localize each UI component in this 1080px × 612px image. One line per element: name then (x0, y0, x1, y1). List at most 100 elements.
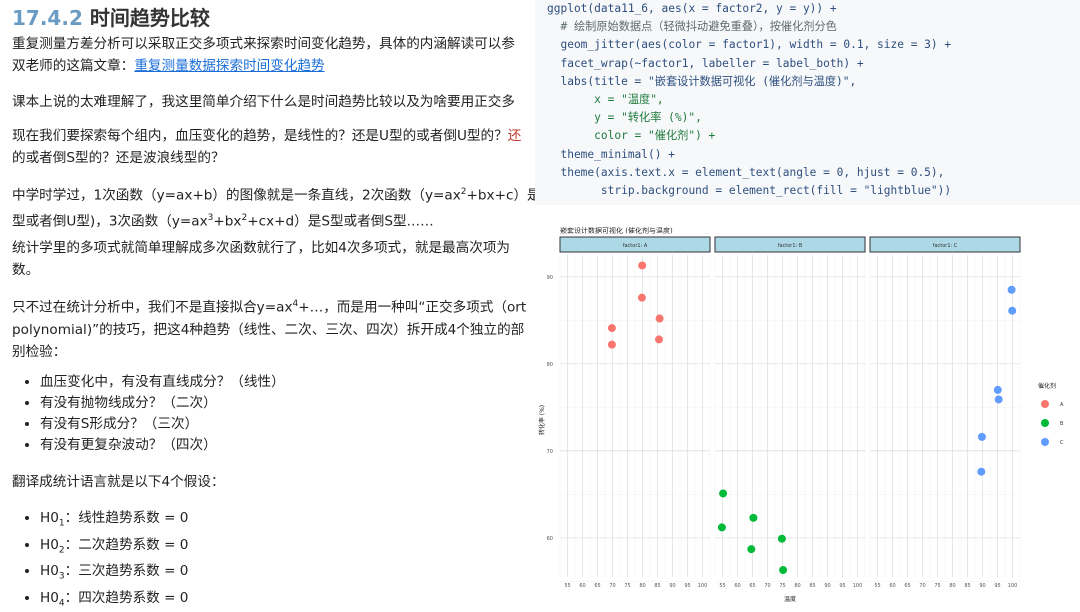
paragraph-intro: 重复测量方差分析可以采取正交多项式来探索时间变化趋势，具体的内涵解读可以参 双老… (12, 33, 515, 77)
legend-title: 催化剂 (1038, 382, 1056, 390)
x-tick-label: 75 (934, 583, 940, 589)
x-tick-label: 100 (1008, 583, 1018, 589)
x-tick-label: 65 (749, 583, 755, 589)
list-item: H03：三次趋势系数 = 0 (40, 561, 188, 588)
y-tick-label: 60 (547, 536, 553, 542)
x-tick-label: 70 (919, 583, 925, 589)
x-tick-label: 100 (698, 583, 708, 589)
x-tick-label: 80 (639, 583, 645, 589)
code-line: labs(title = "嵌套设计数据可视化 (催化剂与温度)", (547, 74, 857, 88)
paragraph-line: 现在我们要探索每个组内，血压变化的趋势，是线性的？还是U型的或者倒U型的？还 (12, 125, 521, 147)
article-panel: 17.4.2 时间趋势比较 重复测量方差分析可以采取正交多项式来探索时间变化趋势… (0, 0, 535, 608)
hypothesis-symbol: H0 (40, 510, 59, 526)
x-tick-label: 55 (874, 583, 880, 589)
paragraph-line: 的或者倒S型的？还是波浪线型的？ (12, 150, 225, 166)
data-point (717, 523, 726, 532)
hypothesis-text: ：线性趋势系数 = 0 (64, 510, 189, 526)
paragraph-line: 别检验： (12, 343, 67, 360)
x-tick-label: 60 (579, 583, 585, 589)
paragraph-text: +bx (213, 213, 242, 230)
x-tick-label: 80 (794, 583, 800, 589)
code-line: theme(axis.text.x = element_text(angle =… (547, 165, 945, 179)
y-axis-label: 转化率 (%) (538, 405, 546, 435)
paragraph-text: 双老师的这篇文章： (12, 58, 135, 74)
x-tick-label: 55 (564, 583, 570, 589)
x-tick-label: 95 (684, 583, 690, 589)
x-tick-label: 90 (979, 583, 985, 589)
code-line: geom_jitter(aes(color = factor1), width … (547, 38, 952, 52)
legend-swatch (1041, 400, 1049, 408)
code-line: theme_minimal() + (547, 147, 675, 161)
article-link[interactable]: 重复测量数据探索时间变化趋势 (134, 58, 324, 74)
section-number: 17.4.2 (12, 6, 83, 30)
x-tick-label: 95 (839, 583, 845, 589)
x-tick-label: 70 (764, 583, 770, 589)
data-point (655, 314, 664, 323)
x-tick-label: 85 (654, 583, 660, 589)
paragraph-line: 重复测量方差分析可以采取正交多项式来探索时间变化趋势，具体的内涵解读可以参 (12, 36, 515, 52)
chart-title: 嵌套设计数据可视化 (催化剂与温度) (560, 226, 673, 235)
x-tick-label: 85 (964, 583, 970, 589)
paragraph-line: 统计学里的多项式就简单理解成多次函数就行了，比如4次多项式，就是最高次项为 (12, 240, 511, 256)
paragraph-line: 型或者倒U型)，3次函数（y=ax3+bx2+cx+d）是S型或者倒S型…… (12, 207, 535, 233)
paragraph-line: 双老师的这篇文章：重复测量数据探索时间变化趋势 (12, 55, 515, 77)
hypothesis-text: ：四次趋势系数 = 0 (64, 590, 189, 607)
code-block: ggplot(data11_6, aes(x = factor2, y = y)… (535, 0, 1080, 205)
legend-swatch (1041, 419, 1049, 427)
x-tick-label: 65 (594, 583, 600, 589)
x-tick-label: 60 (889, 583, 895, 589)
legend-label: C (1060, 440, 1064, 446)
y-tick-label: 70 (547, 449, 553, 455)
section-heading: 17.4.2 时间趋势比较 (12, 2, 210, 31)
data-point (719, 489, 728, 498)
hypothesis-list: H01：线性趋势系数 = 0 H02：二次趋势系数 = 0 H03：三次趋势系数… (12, 508, 188, 608)
section-title: 时间趋势比较 (89, 6, 210, 30)
paragraph-4: 中学时学过，1次函数（y=ax+b）的图像就是一条直线，2次函数（y=ax2+b… (12, 181, 535, 232)
paragraph-5: 统计学里的多项式就简单理解成多次函数就行了，比如4次多项式，就是最高次项为 数。 (12, 237, 510, 281)
paragraph-line: 数。 (12, 262, 40, 278)
legend-label: B (1060, 421, 1064, 427)
hypothesis-text: ：三次趋势系数 = 0 (64, 563, 189, 580)
list-item: H02：二次趋势系数 = 0 (40, 535, 188, 562)
x-tick-label: 80 (949, 583, 955, 589)
hypothesis-symbol: H0 (40, 590, 59, 607)
list-item: 血压变化中，有没有直线成分？（线性） (40, 372, 285, 393)
data-point (777, 534, 786, 543)
x-tick-label: 95 (994, 583, 1000, 589)
data-point (637, 293, 646, 302)
facets-group: 60 70 80 90 factor1: A 55 60 65 70 75 80 85 90 95 100 f… (547, 232, 1021, 589)
paragraph-text: +bx+c）是抛 (466, 187, 535, 204)
paragraph-text: 型或者倒U型)，3次函数（y=ax (12, 213, 208, 230)
hypothesis-symbol: H0 (40, 536, 59, 553)
facet-strip-label: factor1: B (778, 243, 803, 249)
code-line: color = "催化剂") + (547, 129, 716, 143)
data-point (638, 261, 647, 270)
x-tick-label: 75 (779, 583, 785, 589)
x-tick-label: 75 (624, 583, 630, 589)
code-line: # 绘制原始数据点（轻微抖动避免重叠），按催化剂分色 (547, 20, 837, 34)
data-point (749, 513, 758, 522)
x-tick-label: 55 (719, 583, 725, 589)
data-point (607, 340, 616, 349)
chart-panel: 嵌套设计数据可视化 (催化剂与温度) 转化率 (%) 温度 催化剂 60 70 80… (535, 205, 1080, 608)
data-point (1008, 306, 1017, 315)
x-tick-label: 85 (809, 583, 815, 589)
x-tick-label: 90 (824, 583, 830, 589)
list-item: 有没有S形成分？（三次） (40, 414, 285, 435)
data-point (655, 335, 663, 344)
facet-strip-label: factor1: C (933, 243, 958, 249)
data-point (607, 324, 616, 333)
paragraph-2: 课本上说的太难理解了，我这里简单介绍下什么是时间趋势比较以及为啥要用正交多 (12, 94, 515, 110)
data-point (994, 395, 1003, 404)
faceted-scatter-chart: 嵌套设计数据可视化 (催化剂与温度) 转化率 (%) 温度 催化剂 60 70 80… (538, 226, 1064, 603)
paragraph-3: 现在我们要探索每个组内，血压变化的趋势，是线性的？还是U型的或者倒U型的？还 的… (12, 125, 521, 169)
paragraph-line: 中学时学过，1次函数（y=ax+b）的图像就是一条直线，2次函数（y=ax2+b… (12, 181, 535, 207)
x-tick-label: 70 (609, 583, 615, 589)
list-item: 有没有抛物线成分？（二次） (40, 393, 285, 414)
x-axis-label: 温度 (784, 595, 796, 603)
hypothesis-symbol: H0 (40, 563, 59, 580)
bullet-list: 血压变化中，有没有直线成分？（线性） 有没有抛物线成分？（二次） 有没有S形成分… (12, 372, 285, 456)
code-line: strip.background = element_rect(fill = "… (547, 184, 952, 198)
data-point (1007, 285, 1016, 294)
legend: A B C (1041, 400, 1064, 446)
